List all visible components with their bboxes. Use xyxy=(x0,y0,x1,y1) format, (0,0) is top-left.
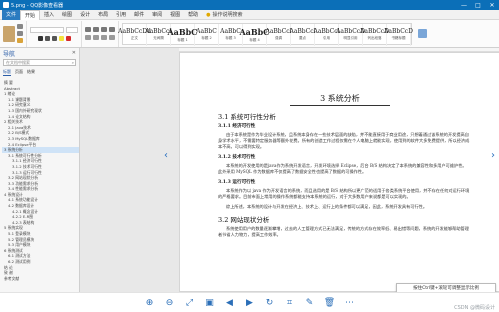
style-item[interactable]: AaBbC 标题 1 xyxy=(167,23,198,46)
watermark: CSDN @微码设计 xyxy=(454,305,495,311)
section-heading: 3.2 网站现状分析 xyxy=(218,216,270,224)
lightbulb-icon: ● xyxy=(206,11,211,18)
nav-search-placeholder: 在文档中搜索 xyxy=(6,59,30,65)
find-icon[interactable] xyxy=(418,29,427,38)
editing-group xyxy=(415,21,430,47)
style-item[interactable]: AaBbCcDd 正文 xyxy=(118,23,151,46)
paste-icon[interactable] xyxy=(3,25,15,42)
delete-icon[interactable]: 🗑 xyxy=(324,298,335,308)
nav-search-input[interactable]: 在文档中搜索 ⌕ xyxy=(3,59,76,66)
tell-me-search[interactable]: ● 操作说明搜索 xyxy=(206,11,243,19)
cut-icon[interactable] xyxy=(17,24,23,29)
multilevel-list-icon[interactable] xyxy=(101,27,107,32)
tab-home[interactable]: 开始 xyxy=(20,9,41,20)
font-group xyxy=(27,20,82,47)
next-image-icon[interactable]: ▶ xyxy=(245,298,255,308)
font-size-box[interactable] xyxy=(66,26,78,33)
body-paragraph: 由于本系统是作为毕业设计系统，且系统本身存在一些技术层面的缺陷，并不能直接用于商… xyxy=(218,132,470,149)
tab-file[interactable]: 文件 xyxy=(2,9,21,20)
title-bar: 5.png - QQ影像查看器 — □ ✕ xyxy=(0,0,499,10)
prev-page-icon[interactable]: ‹ xyxy=(164,150,168,161)
zoom-in-icon[interactable]: ⊕ xyxy=(145,298,155,308)
style-item[interactable]: AaBbC 标题 4 xyxy=(239,23,270,46)
justify-icon[interactable] xyxy=(109,35,115,40)
search-icon[interactable]: ⌕ xyxy=(72,60,74,65)
prev-image-icon[interactable]: ◀ xyxy=(225,298,235,308)
close-button[interactable]: ✕ xyxy=(485,2,499,9)
maximize-button[interactable]: □ xyxy=(471,2,485,9)
bold-icon[interactable] xyxy=(37,35,43,41)
tell-me-label: 操作说明搜索 xyxy=(212,12,243,18)
document-page[interactable]: 3 系统分析 3.1 系统可行性分析 3.1.1 经济可行性由于本系统是作为毕业设… xyxy=(179,52,499,292)
next-page-icon[interactable]: › xyxy=(491,150,495,161)
tab-layout[interactable]: 布局 xyxy=(94,10,112,20)
tab-design[interactable]: 设计 xyxy=(76,10,94,20)
navigation-pane: 导航 ✕ 在文档中搜索 ⌕ 标题 页面 结果 摘 要 Abstract 1 绪论 1.… xyxy=(0,48,80,292)
style-item[interactable]: AaBbCcl 要点 xyxy=(289,23,316,46)
tab-references[interactable]: 引用 xyxy=(112,10,130,20)
nav-title: 导航 xyxy=(3,50,16,58)
ribbon-tabs: 文件 开始 插入 绘图 设计 布局 引用 邮件 审阅 视图 帮助 ● 操作说明搜… xyxy=(0,9,499,20)
subsection-heading: 3.1.3 运行可行性 xyxy=(218,180,256,185)
tab-view[interactable]: 视图 xyxy=(166,10,184,20)
tab-review[interactable]: 审阅 xyxy=(148,10,166,20)
font-color-icon[interactable] xyxy=(65,35,71,41)
underline-icon[interactable] xyxy=(51,35,57,41)
chapter-title: 3 系统分析 xyxy=(320,94,360,103)
tab-draw[interactable]: 绘图 xyxy=(58,10,76,20)
edit-icon[interactable]: ✎ xyxy=(305,298,315,308)
nav-tabs: 标题 页面 结果 xyxy=(0,67,79,78)
subsection-heading: 3.1.2 技术可行性 xyxy=(218,155,256,160)
nav-tab-results[interactable]: 结果 xyxy=(27,69,35,76)
ribbon: AaBbCcDd 正文 AaBbCcI 无间隔 AaBbC 标题 1 AaBbC 标题 … xyxy=(0,20,499,48)
document-area: 3 系统分析 3.1 系统可行性分析 3.1.1 经济可行性由于本系统是作为毕业设… xyxy=(80,48,499,292)
actual-size-icon[interactable]: ▣ xyxy=(205,298,215,308)
close-icon[interactable]: ✕ xyxy=(72,50,76,56)
zoom-hint-text: 按住Ctrl键+滚轮可调整显示比例 xyxy=(413,286,479,291)
nav-heading-list: 摘 要 Abstract 1 绪论 1.1 课题背景 1.2 研究意义 1.3 国内外研究… xyxy=(0,78,79,281)
more-icon[interactable]: ⋯ xyxy=(345,298,355,308)
style-item[interactable]: AaBbCcD 书籍标题 xyxy=(384,23,413,46)
body-paragraph: 本系统作为以 java 作为开发语言的系统，而且选用的是 B/S 结构所以更广范… xyxy=(218,188,470,199)
italic-icon[interactable] xyxy=(44,35,50,41)
paragraph-group xyxy=(82,20,119,47)
body-paragraph: 本系统的开发使用的是java作为系统开发语言，开发环境选择 Eclipse，后台… xyxy=(218,163,467,174)
bullets-icon[interactable] xyxy=(85,27,91,32)
numbering-icon[interactable] xyxy=(93,27,99,32)
fit-window-icon[interactable]: ⤢ xyxy=(185,298,195,308)
subsection-heading: 3.1.1 经济可行性 xyxy=(218,124,256,129)
minimize-button[interactable]: — xyxy=(457,2,471,9)
highlight-icon[interactable] xyxy=(58,35,64,41)
indent-icon[interactable] xyxy=(109,27,115,32)
nav-tab-pages[interactable]: 页面 xyxy=(15,69,23,76)
zoom-out-icon[interactable]: ⊖ xyxy=(165,298,175,308)
tab-mailings[interactable]: 邮件 xyxy=(130,10,148,20)
styles-gallery: AaBbCcDd 正文 AaBbCcI 无间隔 AaBbC 标题 1 AaBbC 标题 … xyxy=(118,22,413,46)
tab-insert[interactable]: 插入 xyxy=(40,10,58,20)
body-paragraph: 系统使用用户的数量逐渐攀增，过去的人工管理方式已无法满足，传统的方式存在效率低、… xyxy=(218,226,469,237)
window-title: 5.png - QQ影像查看器 xyxy=(11,2,64,9)
copy-icon[interactable] xyxy=(17,31,23,36)
align-center-icon[interactable] xyxy=(93,35,99,40)
font-name-box[interactable] xyxy=(30,26,64,33)
style-item[interactable]: AaBbC 标题 2 xyxy=(195,23,219,46)
body-paragraph: 综上所述，本系统的设计与开发在经济上、技术上、运行上的条件都可以满足，因此，系统… xyxy=(226,204,428,209)
section-heading: 3.1 系统可行性分析 xyxy=(218,113,276,121)
clipboard-group xyxy=(0,20,27,47)
app-icon xyxy=(3,2,9,8)
chapter-rule xyxy=(290,105,390,106)
viewer-toolbar: ⊕ ⊖ ⤢ ▣ ◀ ▶ ↻ ⌗ ✎ 🗑 ⋯ xyxy=(0,292,499,312)
style-item[interactable]: AaBbCcl 强调 xyxy=(265,23,292,46)
rotate-icon[interactable]: ↻ xyxy=(265,298,275,308)
nav-tab-headings[interactable]: 标题 xyxy=(3,69,11,76)
nav-heading-item[interactable]: 参考文献 xyxy=(2,276,79,282)
format-painter-icon[interactable] xyxy=(17,38,23,43)
crop-icon[interactable]: ⌗ xyxy=(285,298,295,308)
align-right-icon[interactable] xyxy=(101,35,107,40)
tab-help[interactable]: 帮助 xyxy=(184,10,202,20)
align-left-icon[interactable] xyxy=(85,35,91,40)
